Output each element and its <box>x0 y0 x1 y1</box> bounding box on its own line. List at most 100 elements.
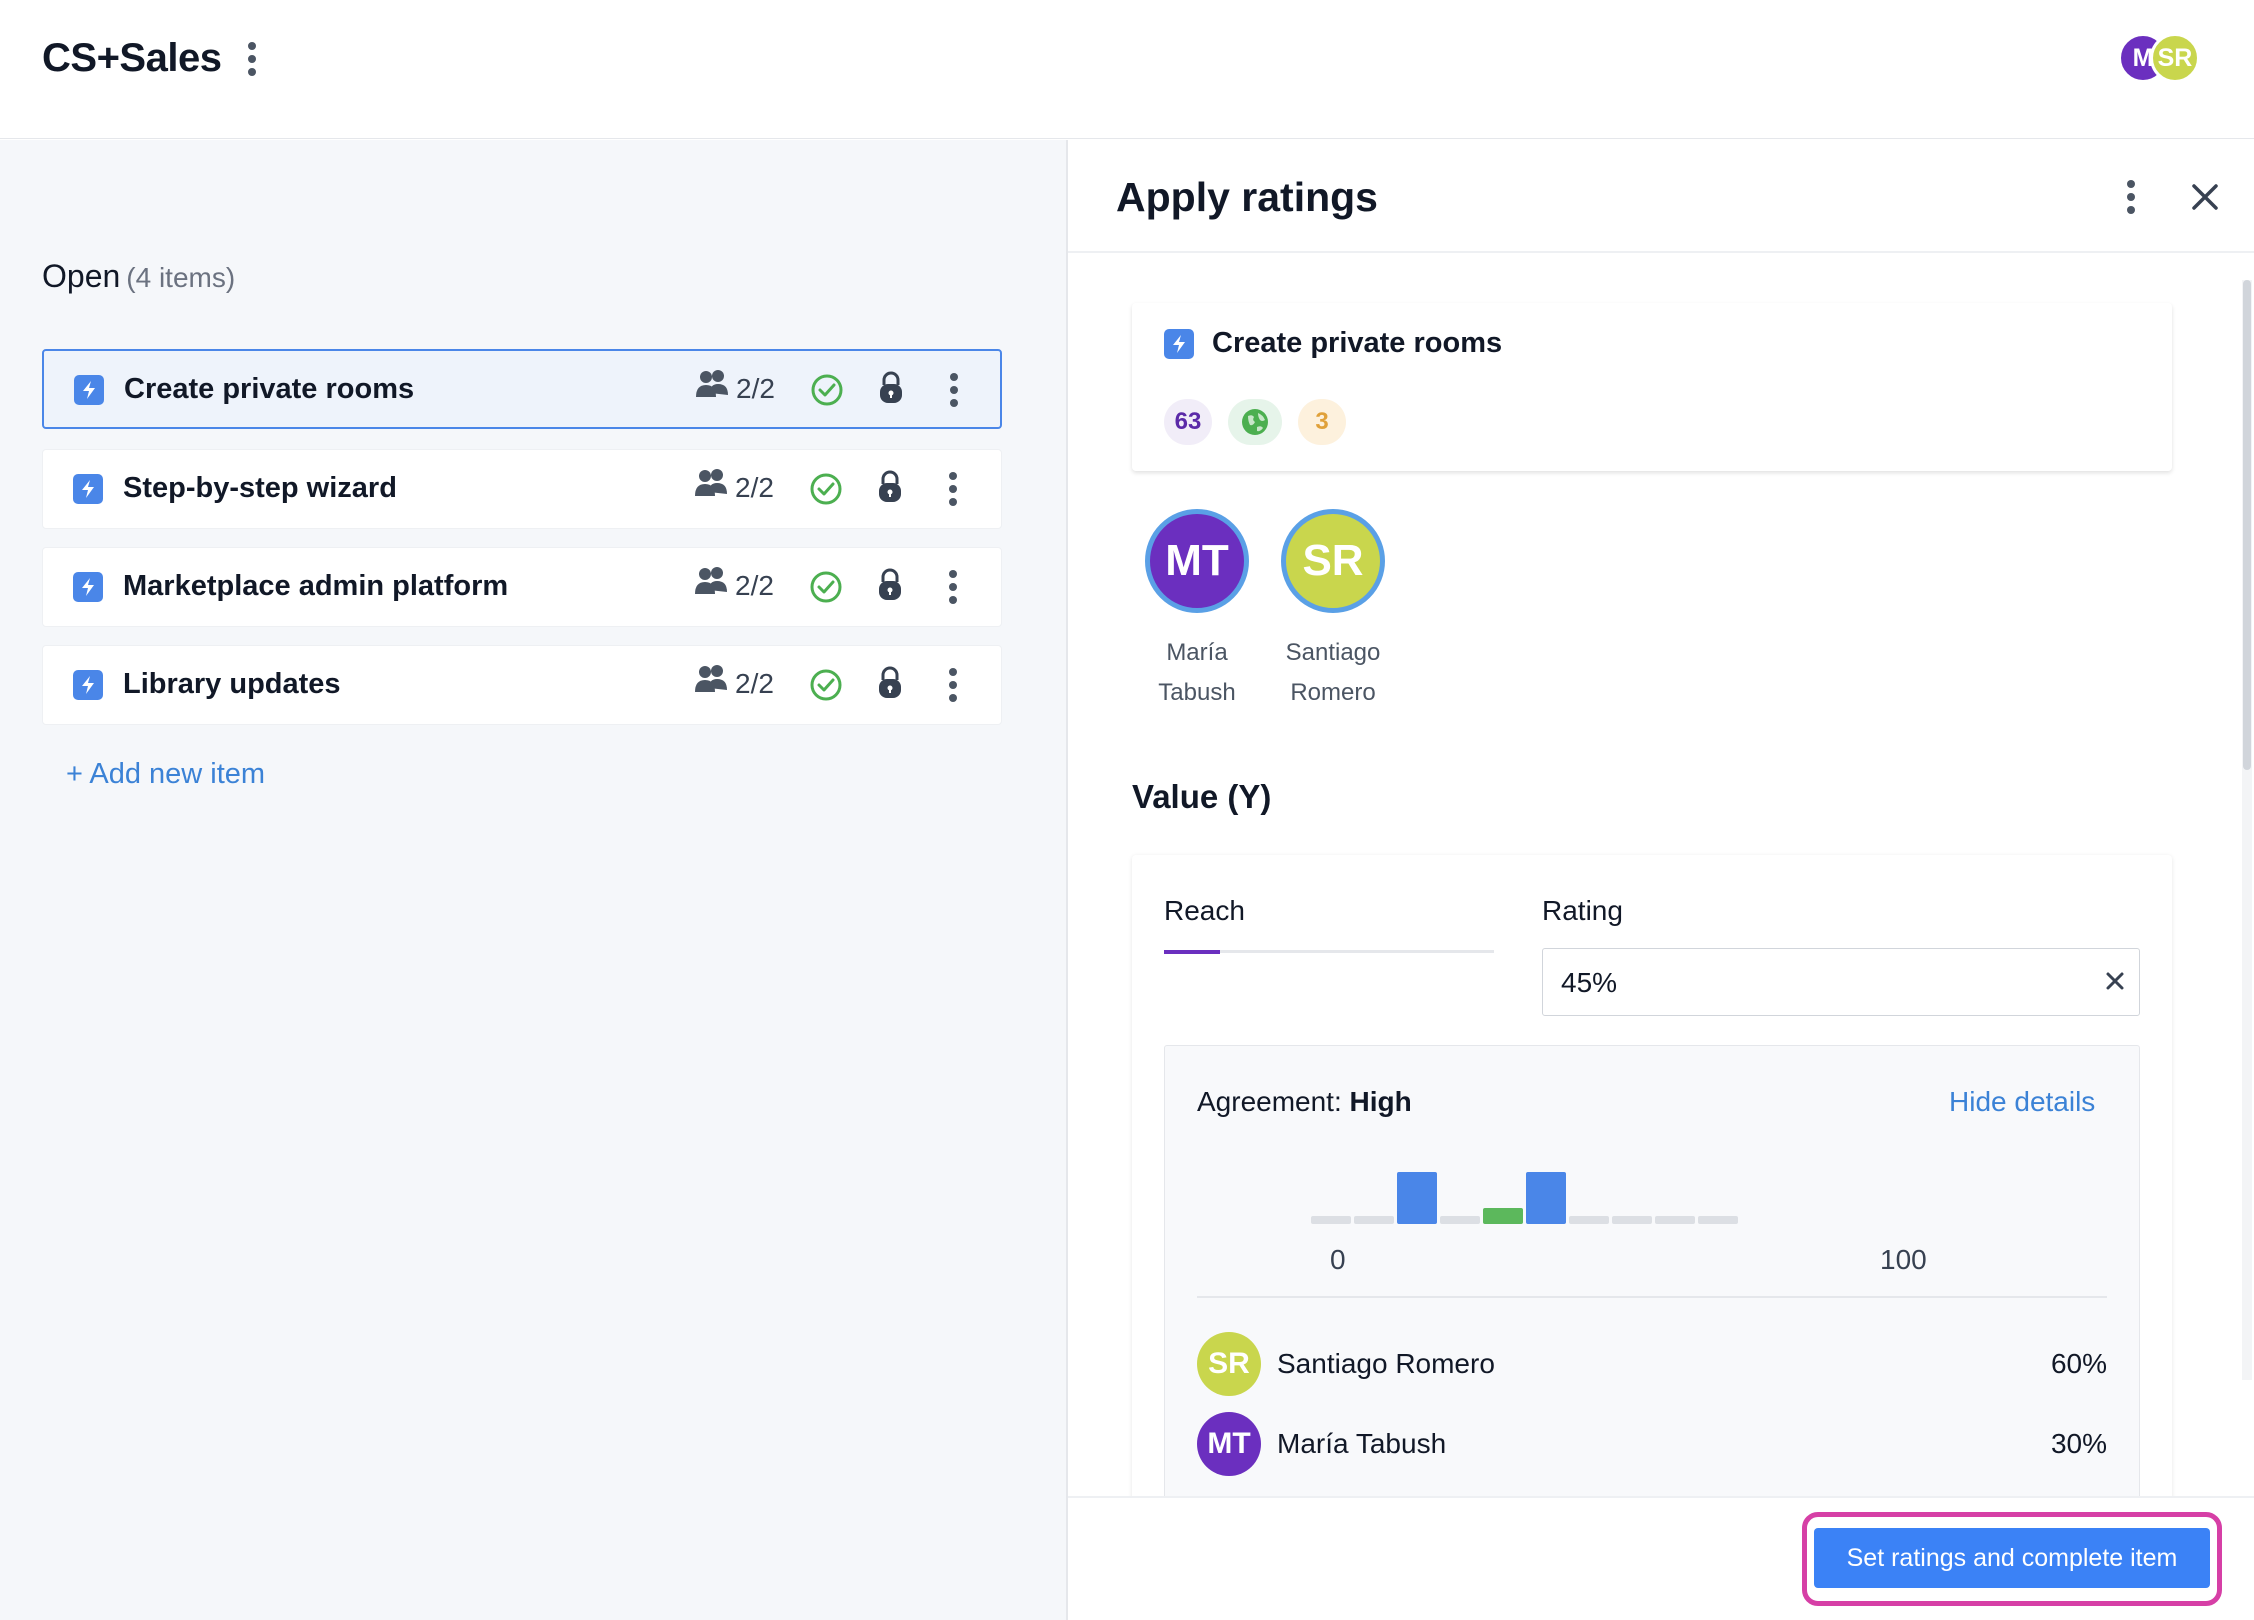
rating-input[interactable]: 45% <box>1542 948 2140 1016</box>
rater[interactable]: SR Santiago Romero <box>1268 509 1398 713</box>
list-item[interactable]: Library updates 2/2 <box>42 645 1002 725</box>
item-label: Create private rooms <box>124 373 415 405</box>
close-icon[interactable] <box>2188 180 2222 214</box>
histogram-bar-rating <box>1397 1172 1437 1224</box>
section-title: Open (4 items) <box>42 258 235 295</box>
histogram-bar-empty <box>1354 1216 1394 1224</box>
agreement-label: Agreement: <box>1197 1086 1342 1117</box>
agreement-details: Agreement: High Hide details 0 100 SR Sa… <box>1164 1045 2140 1496</box>
histogram-bar-empty <box>1612 1216 1652 1224</box>
histogram-bar-empty <box>1569 1216 1609 1224</box>
divider <box>1197 1296 2107 1298</box>
rating-label: Rating <box>1542 895 1623 926</box>
item-rater-count: 2/2 <box>735 570 774 601</box>
lightning-icon <box>73 474 103 504</box>
check-circle-icon <box>810 473 842 505</box>
avatar: MT <box>1197 1412 1261 1476</box>
item-label: Marketplace admin platform <box>123 570 509 602</box>
rating-row: MT María Tabush 30% <box>1197 1412 2107 1476</box>
histogram-bar-empty <box>1311 1216 1351 1224</box>
count-badge: 3 <box>1298 399 1346 445</box>
people-icon <box>695 469 727 496</box>
lock-icon[interactable] <box>877 568 903 602</box>
item-menu-kebab-icon[interactable] <box>948 472 958 506</box>
lightning-icon <box>73 670 103 700</box>
item-rater-count: 2/2 <box>735 472 774 503</box>
people-icon <box>695 665 727 692</box>
histogram-max-label: 100 <box>1880 1244 1927 1275</box>
item-label: Library updates <box>123 668 341 700</box>
set-ratings-complete-button[interactable]: Set ratings and complete item <box>1814 1528 2210 1588</box>
check-circle-icon <box>810 571 842 603</box>
rater-first-name: Santiago <box>1285 639 1381 666</box>
list-item[interactable]: Create private rooms 2/2 <box>42 349 1002 429</box>
rating-value: 45% <box>1561 967 1618 998</box>
add-new-item-link[interactable]: + Add new item <box>66 758 265 791</box>
rater-rating: 60% <box>2050 1348 2107 1379</box>
people-icon <box>695 567 727 594</box>
section-title-label: Open <box>42 258 121 294</box>
item-menu-kebab-icon[interactable] <box>948 570 958 604</box>
rater-rating: 30% <box>2050 1428 2107 1459</box>
item-menu-kebab-icon[interactable] <box>948 668 958 702</box>
clear-icon[interactable] <box>2103 969 2127 993</box>
lock-icon[interactable] <box>877 666 903 700</box>
avatar: SR <box>1197 1332 1261 1396</box>
tab-reach[interactable]: Reach <box>1164 895 1245 927</box>
value-section-title: Value (Y) <box>1132 778 1272 815</box>
value-card: Reach Rating 45% Agreement: High Hide de… <box>1132 855 2172 1496</box>
top-bar: CS+Sales M SR <box>0 0 2254 139</box>
panel-scroll-area: Create private rooms 63 3 MT María Tabus… <box>1068 255 2254 1496</box>
panel-footer: Set ratings and complete item <box>1068 1496 2254 1620</box>
panel-title: Apply ratings <box>1116 174 1378 220</box>
avatar: MT <box>1145 509 1249 613</box>
lock-icon[interactable] <box>878 371 904 405</box>
item-summary-card: Create private rooms 63 3 <box>1132 303 2172 471</box>
rater-name: Santiago Romero <box>1277 1348 1495 1379</box>
lightning-icon <box>1164 329 1194 359</box>
check-circle-icon <box>810 669 842 701</box>
rater-last-name: Romero <box>1290 679 1376 706</box>
collaborator-avatars[interactable]: M SR <box>2118 33 2200 83</box>
rater[interactable]: MT María Tabush <box>1132 509 1262 713</box>
card-title: Create private rooms <box>1212 327 1503 359</box>
item-rater-count: 2/2 <box>735 668 774 699</box>
histogram-min-label: 0 <box>1330 1244 1346 1275</box>
lightning-icon <box>73 572 103 602</box>
globe-icon <box>1228 399 1282 445</box>
histogram-bar-empty <box>1655 1216 1695 1224</box>
people-icon <box>696 370 728 397</box>
list-item[interactable]: Step-by-step wizard 2/2 <box>42 449 1002 529</box>
item-label: Step-by-step wizard <box>123 472 397 504</box>
apply-ratings-panel: Apply ratings Create private rooms 63 3 … <box>1068 140 2254 1620</box>
lightning-icon <box>74 375 104 405</box>
histogram-bar-empty <box>1698 1216 1738 1224</box>
scrollbar[interactable] <box>2242 280 2252 1380</box>
histogram-bar-empty <box>1440 1216 1480 1224</box>
hide-details-link[interactable]: Hide details <box>1949 1086 2095 1118</box>
item-menu-kebab-icon[interactable] <box>949 373 959 407</box>
items-list-panel: Open (4 items) Create private rooms 2/2 S… <box>0 140 1066 1620</box>
histogram-bar-average <box>1483 1208 1523 1224</box>
agreement-value: High <box>1349 1086 1412 1117</box>
rater-last-name: Tabush <box>1158 679 1236 706</box>
rater-first-name: María <box>1166 639 1228 666</box>
rating-row: SR Santiago Romero 60% <box>1197 1332 2107 1396</box>
raters-group: MT María Tabush SR Santiago Romero <box>1132 509 1532 719</box>
histogram-bar-rating <box>1526 1172 1566 1224</box>
check-circle-icon <box>811 374 843 406</box>
app-title: CS+Sales <box>42 36 222 80</box>
tab-underline <box>1164 950 1494 954</box>
list-item[interactable]: Marketplace admin platform 2/2 <box>42 547 1002 627</box>
avatar: SR <box>1281 509 1385 613</box>
lock-icon[interactable] <box>877 470 903 504</box>
title-menu-kebab-icon[interactable] <box>247 42 257 76</box>
score-badge: 63 <box>1164 399 1212 445</box>
rater-name: María Tabush <box>1277 1428 1447 1459</box>
agreement-text: Agreement: High <box>1197 1086 1412 1118</box>
item-rater-count: 2/2 <box>736 373 775 404</box>
avatar: SR <box>2150 33 2200 83</box>
panel-header: Apply ratings <box>1068 140 2254 253</box>
section-count: (4 items) <box>126 262 236 293</box>
panel-menu-kebab-icon[interactable] <box>2126 180 2136 214</box>
